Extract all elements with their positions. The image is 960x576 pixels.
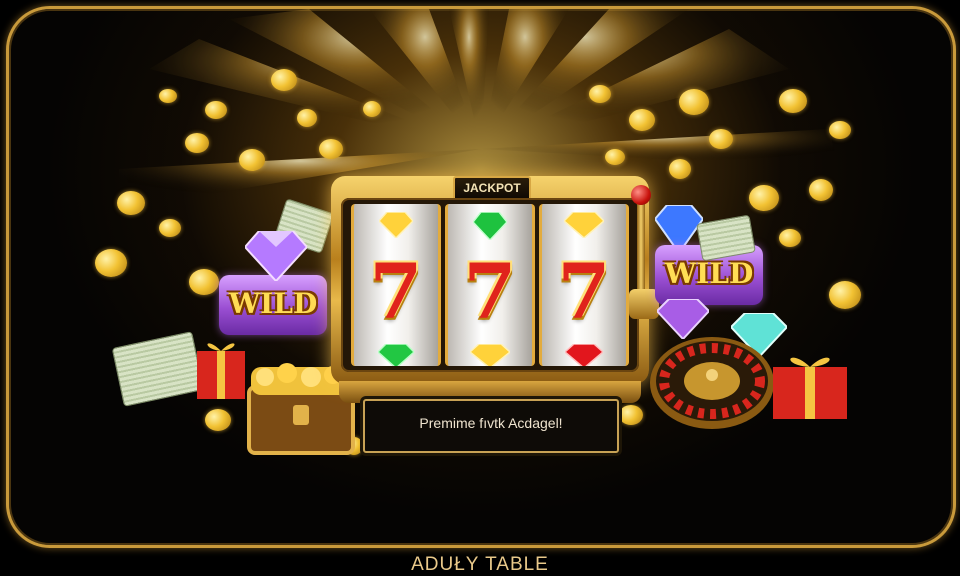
- coin: [205, 409, 231, 431]
- coin: [189, 269, 219, 295]
- coin: [239, 149, 265, 171]
- coin: [605, 149, 625, 165]
- coin: [749, 185, 779, 211]
- lever-handle[interactable]: [637, 197, 645, 297]
- coin: [319, 139, 343, 159]
- coin: [829, 121, 851, 139]
- coin: [159, 219, 181, 237]
- coin: [205, 101, 227, 119]
- coin: [185, 133, 209, 153]
- red-gem-icon: [565, 344, 603, 366]
- wild-label: WILD: [228, 287, 318, 320]
- coin: [95, 249, 127, 277]
- gift-box-right-icon: [773, 357, 847, 419]
- coin: [779, 229, 801, 247]
- coin: [809, 179, 833, 201]
- green-gem-icon: [473, 212, 507, 240]
- gift-box-left-icon: [197, 343, 245, 399]
- roulette-wheel-icon: [650, 337, 774, 429]
- coin: [779, 89, 807, 113]
- game-screen: WILD JACKPOT 7 7 7 Premime fıvtk Acdagel…: [0, 0, 960, 576]
- coin: [117, 191, 145, 215]
- reel-window: 7 7 7: [341, 198, 639, 372]
- coin: [363, 101, 381, 117]
- coin: [629, 109, 655, 131]
- coin: [829, 281, 861, 309]
- reel-1-seven: 7: [369, 247, 423, 336]
- message-banner: Premime fıvtk Acdagel!: [363, 399, 619, 453]
- coin: [297, 109, 317, 127]
- coin: [271, 69, 297, 91]
- green-gem-icon: [378, 344, 414, 366]
- coin: [589, 85, 611, 103]
- reel-2-seven: 7: [463, 247, 517, 336]
- slot-machine: JACKPOT 7 7 7: [331, 176, 649, 384]
- reel-1[interactable]: 7: [351, 204, 441, 366]
- lever-knob-icon[interactable]: [631, 185, 651, 205]
- coin: [709, 129, 733, 149]
- coin: [669, 159, 691, 179]
- purple-diamond-icon: [245, 231, 307, 281]
- bottom-caption: ADUŁY TABLE: [411, 554, 549, 575]
- wild-label: WILD: [664, 257, 754, 290]
- reel-3[interactable]: 7: [539, 204, 629, 366]
- banner-text: Premime fıvtk Acdagel!: [419, 415, 563, 431]
- reel-3-seven: 7: [557, 247, 611, 336]
- display-frame: WILD JACKPOT 7 7 7 Premime fıvtk Acdagel…: [6, 6, 956, 548]
- coin: [679, 89, 709, 115]
- wild-symbol-left: WILD: [219, 275, 327, 335]
- coin: [619, 405, 643, 425]
- reel-2[interactable]: 7: [445, 204, 535, 366]
- coin: [159, 89, 177, 103]
- yellow-diamond-icon: [379, 212, 413, 238]
- yellow-diamond-icon: [470, 344, 510, 366]
- yellow-diamond-icon: [564, 212, 604, 238]
